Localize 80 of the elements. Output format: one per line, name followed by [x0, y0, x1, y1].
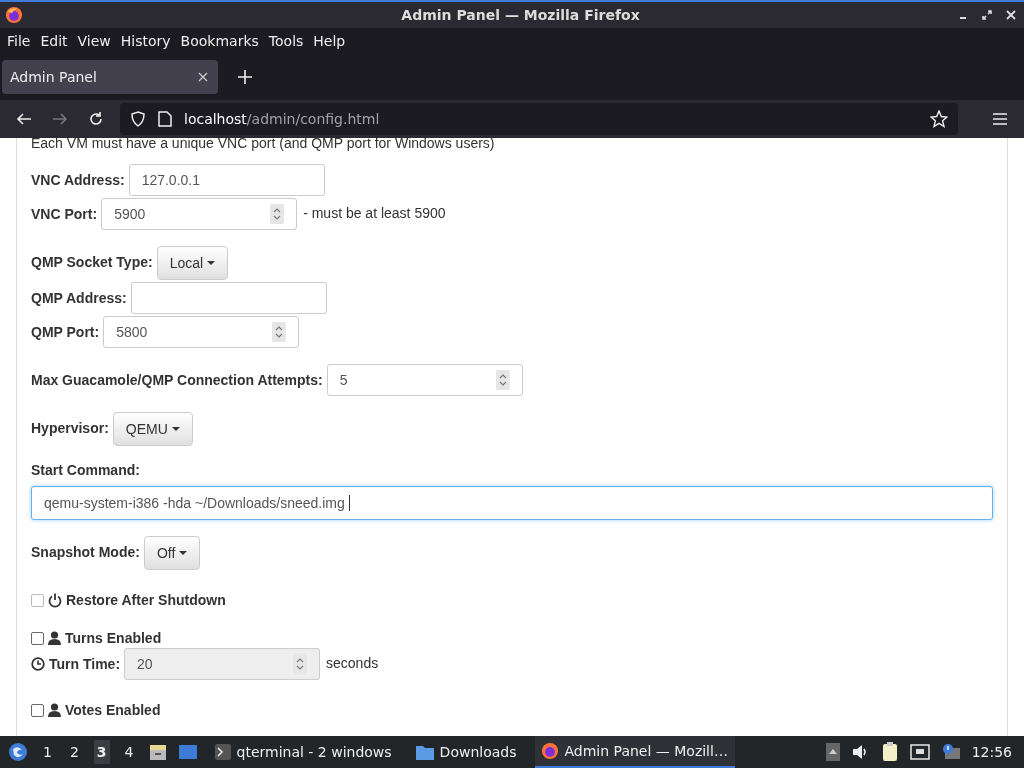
- caret-icon: [179, 551, 188, 555]
- number-field[interactable]: 5900: [101, 198, 298, 230]
- taskbar-button[interactable]: Admin Panel — Mozill…: [534, 736, 735, 768]
- back-icon[interactable]: [16, 111, 32, 127]
- dropdown-button[interactable]: Off: [143, 536, 201, 570]
- menu-item[interactable]: View: [72, 33, 116, 49]
- terminal-icon: [214, 744, 231, 760]
- field-label: Max Guacamole/QMP Connection Attempts:: [31, 371, 323, 388]
- user-icon: [48, 703, 61, 717]
- field-label: QMP Port:: [31, 323, 100, 340]
- browser-tab[interactable]: Admin Panel: [2, 60, 218, 94]
- field-label: Turn Time:: [49, 655, 121, 672]
- field-label: QMP Socket Type:: [31, 253, 153, 270]
- notification-icon[interactable]: [941, 743, 960, 761]
- browser-logo-icon: [540, 742, 559, 760]
- menu-item[interactable]: File: [2, 33, 36, 49]
- spinner-icon[interactable]: [495, 370, 510, 390]
- field-hint: - must be at least 5900: [303, 204, 446, 221]
- spinner-icon[interactable]: [270, 204, 285, 224]
- shield-icon[interactable]: [130, 111, 146, 127]
- workspace-button[interactable]: 4: [121, 740, 137, 764]
- taskbar-button[interactable]: qterminal - 2 windows: [208, 736, 398, 768]
- url-text: localhost/admin/config.html: [184, 111, 381, 127]
- field-label: QMP Address:: [31, 289, 127, 306]
- menu-item[interactable]: History: [115, 33, 176, 49]
- dropdown-button[interactable]: Local: [156, 246, 229, 280]
- close-icon[interactable]: [1006, 10, 1016, 20]
- clock-icon: [31, 657, 45, 671]
- star-icon[interactable]: [930, 110, 948, 128]
- reload-icon[interactable]: [88, 111, 104, 127]
- folder-icon: [415, 744, 434, 760]
- menu-icon[interactable]: [992, 112, 1008, 126]
- window-title: Admin Panel — Mozilla Firefox: [400, 7, 641, 23]
- network-icon[interactable]: [909, 744, 930, 760]
- field-label: Snapshot Mode:: [31, 543, 140, 560]
- checkbox[interactable]: [31, 631, 44, 645]
- menu-item[interactable]: Edit: [35, 33, 73, 49]
- workspace-button[interactable]: 2: [66, 740, 82, 764]
- page-icon: [158, 111, 172, 127]
- desktop-icon[interactable]: [178, 744, 197, 760]
- field-hint: seconds: [326, 654, 379, 671]
- restore-icon[interactable]: [982, 10, 992, 20]
- text-field[interactable]: [130, 282, 327, 314]
- power-icon: [48, 592, 62, 608]
- checkbox-label: Restore After Shutdown: [66, 592, 226, 608]
- number-field[interactable]: 5: [326, 364, 523, 396]
- checkbox-label: Turns Enabled: [65, 630, 162, 646]
- text-field[interactable]: 127.0.0.1: [128, 164, 325, 196]
- field-label: Hypervisor:: [31, 419, 109, 436]
- clipboard-icon[interactable]: [881, 742, 898, 762]
- user-icon: [48, 631, 61, 645]
- tray-expand-icon[interactable]: [825, 743, 840, 761]
- caret-icon: [171, 427, 180, 431]
- number-field[interactable]: 5800: [103, 316, 300, 348]
- checkbox[interactable]: [31, 703, 44, 717]
- caret-icon: [207, 261, 216, 265]
- menu-item[interactable]: Tools: [263, 33, 309, 49]
- new-tab-icon[interactable]: [238, 70, 252, 84]
- clock-text: 12:56: [971, 744, 1012, 760]
- workspace-button[interactable]: 1: [40, 740, 55, 764]
- field-label: Start Command:: [31, 462, 141, 478]
- workspace-button[interactable]: 3: [93, 740, 110, 764]
- help-text: Each VM must have a unique VNC port (and QMP port for Windows users): [31, 138, 496, 152]
- menu-item[interactable]: Help: [308, 33, 351, 49]
- tab-title: Admin Panel: [10, 69, 97, 85]
- text-cursor: [348, 495, 350, 511]
- spinner-icon[interactable]: [272, 322, 287, 342]
- taskbar-button[interactable]: Downloads: [409, 736, 523, 768]
- address-bar[interactable]: localhost/admin/config.html: [120, 103, 958, 135]
- command-field[interactable]: qemu-system-i386 -hda ~/Downloads/sneed.img: [31, 486, 993, 520]
- menu-item[interactable]: Bookmarks: [175, 33, 264, 49]
- field-label: VNC Address:: [31, 171, 125, 188]
- dropdown-button[interactable]: QEMU: [112, 412, 193, 446]
- close-icon[interactable]: [198, 72, 208, 82]
- field-label: VNC Port:: [31, 205, 98, 222]
- start-menu-icon[interactable]: [8, 742, 28, 762]
- checkbox-label: Votes Enabled: [65, 702, 161, 718]
- forward-icon[interactable]: [52, 111, 68, 127]
- file-cabinet-icon[interactable]: [148, 743, 167, 761]
- browser-logo-icon: [5, 6, 23, 24]
